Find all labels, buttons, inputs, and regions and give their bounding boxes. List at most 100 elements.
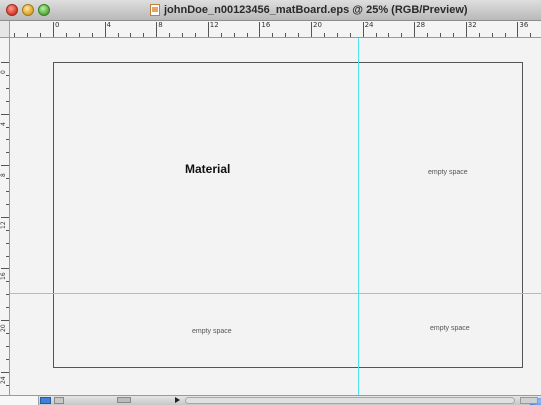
empty-space-label-bottom-left: empty space [192, 328, 232, 335]
ruler-minor-tick [349, 33, 351, 37]
ruler-minor-tick [6, 307, 9, 309]
ruler-tick-label: 4 [106, 21, 112, 29]
status-bar [0, 395, 541, 405]
vertical-guide-line[interactable] [358, 38, 359, 395]
empty-space-label-top-right: empty space [428, 169, 468, 176]
ruler-major-tick [465, 22, 467, 37]
ruler-minor-tick [491, 33, 493, 37]
status-menu-icon[interactable] [40, 397, 51, 404]
ruler-minor-tick [233, 33, 235, 37]
ruler-tick-label: 0 [55, 21, 60, 29]
ruler-major-tick [311, 22, 312, 37]
minimize-window-icon[interactable] [22, 4, 34, 16]
ruler-minor-tick [504, 33, 506, 37]
ruler-major-tick [1, 165, 9, 167]
ruler-tick-label: 20 [313, 21, 322, 29]
ruler-minor-tick [117, 33, 119, 37]
ruler-minor-tick [169, 33, 171, 37]
ruler-minor-tick [6, 139, 9, 141]
ruler-minor-tick [143, 33, 145, 37]
ruler-minor-tick [14, 33, 16, 37]
ruler-minor-tick [478, 33, 480, 37]
ruler-minor-tick [40, 33, 42, 37]
ruler-tick-label: 24 [364, 21, 374, 29]
ruler-major-tick [1, 62, 9, 63]
title-bar[interactable]: johnDoe_n00123456_matBoard.eps @ 25% (RG… [0, 0, 541, 21]
ruler-major-tick [362, 22, 364, 37]
horizontal-scrollbar[interactable] [185, 397, 541, 405]
material-label: Material [185, 162, 231, 176]
vertical-ruler[interactable]: 0 4 8 12 16 20 24 [0, 38, 10, 395]
ruler-tick-label: 32 [467, 21, 477, 29]
ruler-minor-tick [401, 33, 403, 37]
ruler-minor-tick [6, 332, 9, 334]
ruler-minor-tick [6, 87, 9, 89]
ruler-minor-tick [6, 345, 9, 347]
ruler-major-tick [104, 22, 106, 37]
status-toggle-icon[interactable] [117, 397, 131, 403]
ruler-major-tick [259, 22, 261, 37]
ruler-tick-label: 24 [0, 375, 7, 384]
ruler-minor-tick [6, 100, 9, 102]
status-button-icon[interactable] [54, 397, 64, 404]
ruler-tick-label: 8 [158, 21, 163, 29]
mat-board-rectangle[interactable] [53, 62, 523, 368]
ruler-major-tick [1, 268, 9, 270]
ruler-tick-label: 16 [0, 272, 7, 281]
ruler-major-tick [414, 22, 416, 37]
ruler-minor-tick [27, 33, 29, 37]
ruler-tick-label: 12 [209, 21, 219, 29]
ruler-minor-tick [6, 281, 9, 283]
ruler-major-tick [1, 320, 9, 321]
artboard-canvas[interactable]: Material empty space empty space empty s… [10, 38, 541, 395]
ruler-major-tick [207, 22, 209, 37]
ruler-minor-tick [6, 358, 9, 360]
ruler-tick-label: 36 [519, 21, 529, 29]
ruler-minor-tick [130, 33, 132, 37]
close-window-icon[interactable] [6, 4, 18, 16]
ruler-minor-tick [194, 33, 196, 37]
ruler-major-tick [1, 371, 9, 373]
ruler-minor-tick [78, 33, 80, 37]
ruler-tick-label: 16 [261, 21, 271, 29]
ruler-major-tick [517, 22, 519, 37]
ruler-minor-tick [298, 33, 300, 37]
ruler-minor-tick [6, 178, 9, 180]
ruler-minor-tick [6, 229, 9, 231]
ruler-tick-label: 20 [0, 324, 7, 332]
ruler-minor-tick [530, 33, 532, 37]
ruler-minor-tick [6, 294, 9, 296]
window-title: johnDoe_n00123456_matBoard.eps @ 25% (RG… [164, 4, 468, 16]
ruler-minor-tick [6, 203, 9, 205]
zoom-window-icon[interactable] [38, 4, 50, 16]
ruler-minor-tick [91, 33, 93, 37]
ruler-minor-tick [452, 33, 454, 37]
ruler-tick-label: 28 [416, 21, 426, 29]
ruler-minor-tick [182, 33, 183, 37]
ruler-origin-corner[interactable] [0, 21, 10, 37]
window-title-group: johnDoe_n00123456_matBoard.eps @ 25% (RG… [150, 3, 468, 17]
ruler-tick-label: 4 [0, 121, 7, 126]
ruler-minor-tick [272, 33, 274, 37]
play-arrow-icon[interactable] [175, 397, 180, 403]
ruler-tick-label: 8 [0, 173, 7, 178]
ruler-major-tick [156, 22, 158, 37]
ruler-minor-tick [440, 33, 441, 37]
ruler-minor-tick [336, 33, 338, 37]
horizontal-guide-line[interactable] [10, 293, 541, 294]
ruler-minor-tick [6, 255, 9, 257]
zoom-level-field[interactable] [0, 396, 39, 405]
ruler-minor-tick [6, 74, 9, 76]
scroll-arrows[interactable] [520, 397, 538, 404]
ruler-minor-tick [285, 33, 287, 37]
ruler-minor-tick [6, 384, 9, 386]
ruler-minor-tick [246, 33, 248, 37]
ruler-minor-tick [427, 33, 429, 37]
document-icon [150, 4, 160, 16]
horizontal-ruler[interactable]: 0 4 8 12 16 20 24 28 32 36 [0, 21, 541, 38]
ruler-major-tick [1, 216, 9, 218]
ruler-major-tick [53, 22, 54, 37]
ruler-minor-tick [388, 33, 390, 37]
ruler-tick-label: 0 [0, 70, 7, 74]
empty-space-label-bottom-right: empty space [430, 325, 470, 332]
